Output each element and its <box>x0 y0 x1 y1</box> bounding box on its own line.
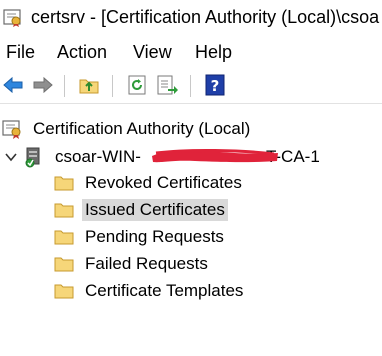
menu-view[interactable]: View <box>133 42 172 63</box>
tree-item-revoked-certificates[interactable]: Revoked Certificates <box>54 170 245 196</box>
folder-icon <box>54 176 74 191</box>
forward-arrow-icon[interactable] <box>32 74 54 96</box>
toolbar: ? <box>0 68 382 104</box>
menu-help[interactable]: Help <box>195 42 232 63</box>
tree-item-pending-requests[interactable]: Pending Requests <box>54 224 227 250</box>
folder-icon <box>54 284 74 299</box>
help-icon[interactable]: ? <box>204 74 226 96</box>
back-arrow-icon[interactable] <box>2 74 24 96</box>
toolbar-separator <box>190 75 191 97</box>
refresh-icon[interactable] <box>126 74 148 96</box>
menu-bar: File Action View Help <box>0 36 382 68</box>
svg-text:?: ? <box>211 77 220 95</box>
tree-item-label: Pending Requests <box>85 227 224 246</box>
folder-icon <box>54 230 74 245</box>
redaction-mark <box>152 148 278 163</box>
certsrv-app-icon <box>3 9 21 27</box>
chevron-down-icon[interactable] <box>4 150 18 164</box>
window-title: certsrv - [Certification Authority (Loca… <box>31 7 380 27</box>
tree-root[interactable]: Certification Authority (Local) <box>2 116 253 142</box>
menu-action[interactable]: Action <box>57 42 107 63</box>
folder-icon <box>54 203 74 218</box>
title-bar: certsrv - [Certification Authority (Loca… <box>0 0 382 36</box>
ca-name-prefix: csoar-WIN- <box>55 147 141 166</box>
menu-file[interactable]: File <box>6 42 35 63</box>
tree-item-issued-certificates[interactable]: Issued Certificates <box>54 197 228 223</box>
tree-item-failed-requests[interactable]: Failed Requests <box>54 251 211 277</box>
tree-item-certificate-templates[interactable]: Certificate Templates <box>54 278 246 304</box>
tree-item-label: Certificate Templates <box>85 281 244 300</box>
up-folder-icon[interactable] <box>78 74 100 96</box>
tree-item-label: Issued Certificates <box>82 199 228 221</box>
toolbar-separator <box>64 75 65 97</box>
toolbar-separator <box>112 75 113 97</box>
tree-root-label: Certification Authority (Local) <box>33 119 251 138</box>
certification-authority-icon <box>2 120 21 139</box>
export-list-icon[interactable] <box>156 74 178 96</box>
tree-item-label: Revoked Certificates <box>85 173 242 192</box>
folder-icon <box>54 257 74 272</box>
ca-server-icon <box>25 147 40 168</box>
tree-item-label: Failed Requests <box>85 254 208 273</box>
